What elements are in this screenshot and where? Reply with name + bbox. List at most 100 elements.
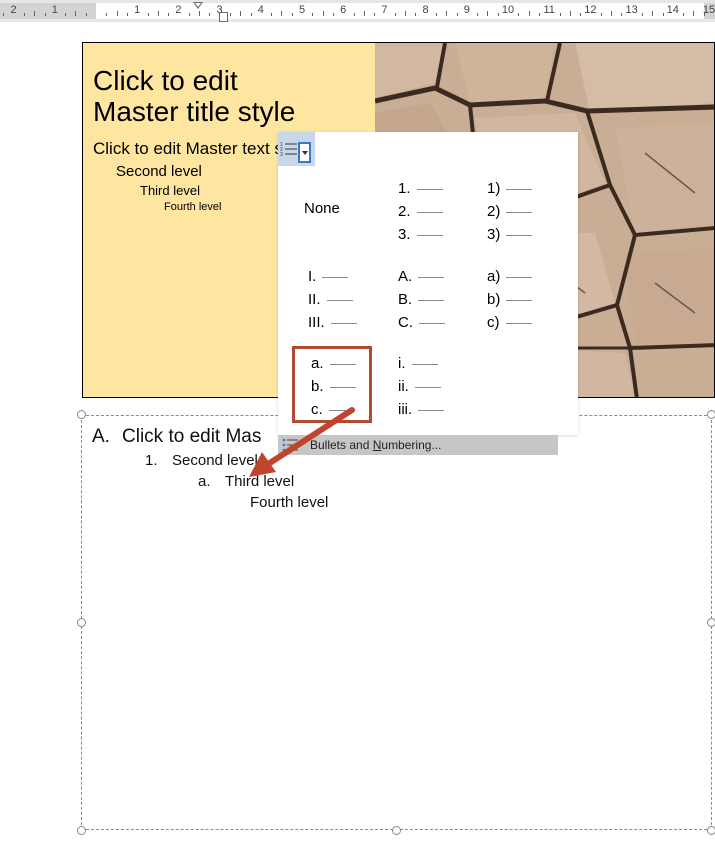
first-line-indent-marker[interactable] [193, 2, 203, 9]
ruler-number: 7 [381, 4, 388, 16]
dropdown-arrow-icon[interactable] [298, 142, 311, 163]
numbering-option-arabic-period[interactable]: 1. 2. 3. [398, 177, 443, 246]
ruler-tick [147, 13, 149, 16]
resize-handle-bottom-right[interactable] [707, 826, 715, 835]
master-title: Click to edit Master title style [93, 65, 296, 127]
ruler-number: 6 [340, 4, 347, 16]
ruler-tick [106, 13, 108, 16]
numbering-option-alpha-lower-paren[interactable]: a) b) c) [487, 265, 533, 334]
ruler-tick [209, 13, 211, 16]
ruler-tick [683, 13, 685, 16]
list-marker: c) [487, 314, 500, 331]
ruler-tick [3, 13, 5, 16]
body-line-text: Click to edit Mas [122, 426, 262, 447]
ruler-tick [240, 11, 242, 16]
ruler-tick [250, 13, 252, 16]
ruler-tick [693, 11, 695, 16]
resize-handle-right[interactable] [707, 618, 715, 627]
resize-handle-left[interactable] [77, 618, 86, 627]
ruler-number: 13 [625, 4, 638, 16]
ruler-tick [116, 11, 118, 16]
bullets-and-numbering-menu-item[interactable]: Bullets and Numbering... [278, 435, 558, 455]
ruler-tick [363, 11, 365, 16]
ruler-tick [559, 13, 561, 16]
ruler-tick [600, 13, 602, 16]
menu-accelerator-key: N [372, 438, 382, 452]
ruler-number: 9 [463, 4, 470, 16]
horizontal-ruler[interactable]: 2 1 1 2 3 4 5 6 7 8 9 10 11 12 13 14 15 [0, 0, 715, 22]
list-marker: 2) [487, 203, 501, 220]
list-marker: 1) [487, 180, 501, 197]
ruler-tick [281, 11, 283, 16]
menu-item-label: Bullets and Numbering... [310, 438, 442, 452]
list-marker: B. [398, 291, 413, 308]
body-text-placeholder[interactable]: A. Click to edit Mas 1. Second level a. Thi… [81, 415, 712, 830]
ruler-number: 5 [298, 4, 306, 16]
body-line-level4[interactable]: Fourth level [250, 494, 328, 511]
ruler-number: 15 [702, 4, 715, 16]
ruler-tick [611, 11, 612, 16]
list-marker: 3. [398, 226, 411, 243]
resize-handle-bottom-left[interactable] [77, 826, 86, 835]
ruler-tick [538, 13, 540, 16]
body-line-text: Second level [172, 452, 258, 469]
ruler-tick [312, 13, 314, 16]
list-marker: A. [398, 268, 413, 285]
highlighted-selection-box [292, 346, 372, 423]
list-marker: C. [398, 314, 413, 331]
ruler-tick [652, 11, 654, 16]
master-text-level4: Fourth level [164, 201, 222, 213]
numbering-icon: 1 2 3 [280, 142, 297, 157]
ruler-tick [44, 13, 46, 16]
ruler-tick [662, 13, 664, 16]
ruler-tick [641, 13, 643, 16]
numbering-option-roman-lower[interactable]: i. ii. iii. [398, 352, 445, 421]
ruler-tick [394, 13, 396, 16]
ruler-number: 10 [501, 4, 515, 16]
numbering-none-option[interactable]: None [304, 200, 340, 217]
resize-handle-top-right[interactable] [707, 410, 715, 419]
numbering-split-button[interactable]: 1 2 3 [278, 132, 315, 166]
numbering-option-roman-upper[interactable]: I. II. III. [308, 265, 357, 334]
list-number: a. [198, 473, 211, 490]
ruler-tick [332, 13, 334, 16]
ruler-tick [168, 13, 170, 16]
list-marker: 3) [487, 226, 501, 243]
body-line-text: Third level [225, 473, 295, 490]
list-number: 1. [145, 452, 158, 469]
numbering-option-alpha-upper[interactable]: A. B. C. [398, 265, 445, 334]
left-indent-marker[interactable] [219, 12, 228, 22]
list-marker: 1. [398, 180, 411, 197]
ruler-number: 1 [134, 4, 141, 16]
body-line-level3[interactable]: a. Third level [198, 473, 294, 490]
resize-handle-top-left[interactable] [77, 410, 86, 419]
list-marker: 2. [398, 203, 411, 220]
ruler-number: 8 [422, 4, 429, 16]
ruler-number: 2 [10, 4, 17, 16]
list-marker: II. [308, 291, 321, 308]
list-number: A. [92, 426, 110, 447]
body-line-text: Fourth level [250, 494, 329, 511]
resize-handle-bottom[interactable] [392, 826, 401, 835]
ruler-tick [34, 11, 36, 16]
ruler-tick [75, 11, 77, 16]
ruler-tick [199, 11, 200, 16]
ruler-tick [291, 13, 293, 16]
body-line-level1[interactable]: A. Click to edit Mas [92, 426, 261, 448]
ruler-tick [580, 13, 582, 16]
ruler-tick [621, 13, 623, 16]
ruler-number: 1 [51, 4, 58, 16]
list-marker: a) [487, 268, 501, 285]
ruler-tick [497, 13, 499, 16]
list-marker: iii. [398, 401, 413, 418]
list-marker: ii. [398, 378, 409, 395]
ruler-tick [271, 13, 273, 16]
ruler-number: 4 [257, 4, 264, 16]
numbering-option-arabic-paren[interactable]: 1) 2) 3) [487, 177, 533, 246]
ruler-number: 14 [666, 4, 679, 16]
ruler-tick [518, 13, 520, 16]
ruler-tick [477, 13, 479, 16]
ruler-tick [23, 13, 25, 16]
body-line-level2[interactable]: 1. Second level [145, 452, 258, 469]
ruler-tick [528, 11, 530, 16]
